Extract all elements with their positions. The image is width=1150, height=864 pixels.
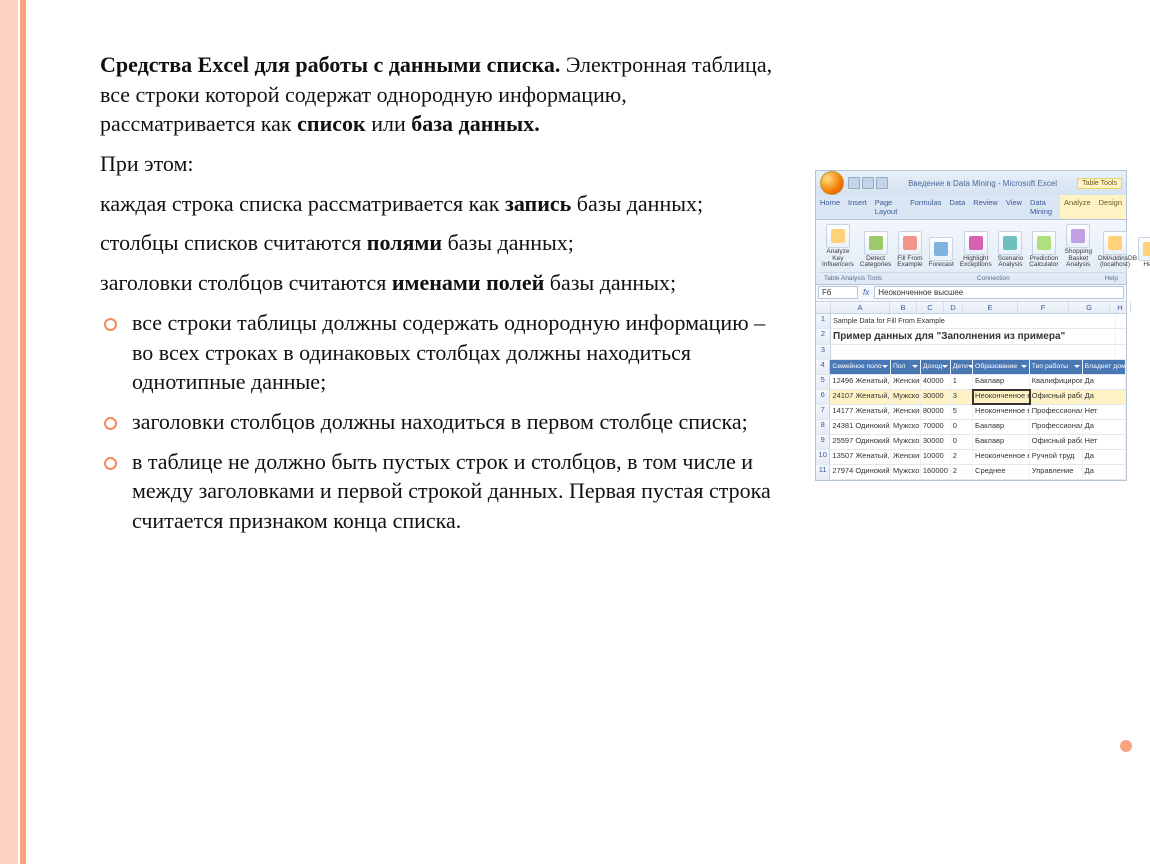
para-2: При этом: xyxy=(60,149,780,179)
table-row: 925597 Одинокий(ая)Мужской300000БаклаврО… xyxy=(816,435,1126,450)
ribbon-icon xyxy=(864,231,888,255)
ribbon-tab[interactable]: Data xyxy=(945,195,969,219)
quick-access-toolbar[interactable] xyxy=(848,177,888,189)
table-header-row: 4 Семейное поло Пол Доход Дети Образован… xyxy=(816,360,1126,375)
table-row: 624107 Женатый, замужнМужской300003Неоко… xyxy=(816,390,1126,405)
ribbon-button[interactable]: Scenario Analysis xyxy=(998,231,1024,269)
ribbon-button[interactable]: Prediction Calculator xyxy=(1029,231,1058,269)
excel-screenshot: Введение в Data Mining - Microsoft Excel… xyxy=(815,170,1127,481)
window-title: Введение в Data Mining - Microsoft Excel xyxy=(892,179,1073,188)
col-header[interactable]: Образование xyxy=(973,360,1030,374)
ribbon-icon xyxy=(998,231,1022,255)
ribbon: Analyze Key InfluencersDetect Categories… xyxy=(816,220,1126,285)
ribbon-tab[interactable]: Page Layout xyxy=(871,195,906,219)
ribbon-icon xyxy=(964,231,988,255)
para-5: заголовки столбцов считаются именами пол… xyxy=(60,268,780,298)
ribbon-tab[interactable]: Data Mining xyxy=(1026,195,1060,219)
ribbon-tab[interactable]: Design xyxy=(1095,195,1126,219)
formula-input[interactable]: Неоконченное высшее xyxy=(874,286,1124,299)
ribbon-button[interactable]: Help xyxy=(1138,237,1150,269)
ribbon-button[interactable]: Detect Categories xyxy=(860,231,891,269)
title-bold: Средства Excel для работы с данными спис… xyxy=(100,52,560,77)
ribbon-icon xyxy=(929,237,953,261)
name-box[interactable]: F6 xyxy=(818,286,858,299)
spreadsheet-grid: A B C D E F G H 1Sample Data for Fill Fr… xyxy=(816,302,1126,480)
ribbon-tab[interactable]: View xyxy=(1002,195,1026,219)
formula-bar: F6 fx Неоконченное высшее xyxy=(816,285,1126,302)
ribbon-tab[interactable]: Analyze xyxy=(1060,195,1095,219)
decorative-dot xyxy=(1120,740,1132,752)
office-button-icon[interactable] xyxy=(820,171,844,195)
ribbon-icon xyxy=(1103,231,1127,255)
table-row: 3 xyxy=(816,345,1126,360)
col-header[interactable]: Тип работы xyxy=(1030,360,1083,374)
para-1: Средства Excel для работы с данными спис… xyxy=(60,50,780,139)
ribbon-button[interactable]: Shopping Basket Analysis xyxy=(1065,224,1092,269)
ribbon-icon xyxy=(1138,237,1150,261)
table-row: 1127974 Одинокий(ая)Мужской1600002Средне… xyxy=(816,465,1126,480)
ribbon-groups: Table Analysis Tools Connection Help xyxy=(818,272,1124,282)
ribbon-button[interactable]: Forecast xyxy=(929,237,954,269)
ribbon-tab[interactable]: Insert xyxy=(844,195,871,219)
para-4: столбцы списков считаются полями базы да… xyxy=(60,228,780,258)
column-headers: A B C D E F G H xyxy=(816,302,1126,314)
fx-icon[interactable]: fx xyxy=(860,288,872,297)
title-bar: Введение в Data Mining - Microsoft Excel… xyxy=(816,171,1126,195)
list-item: в таблице не должно быть пустых строк и … xyxy=(132,447,780,536)
context-tab-label: Table Tools xyxy=(1077,178,1122,189)
table-row: 2Пример данных для "Заполнения из пример… xyxy=(816,329,1126,345)
col-header[interactable]: Владеет дом xyxy=(1083,360,1126,374)
ribbon-icon xyxy=(1032,231,1056,255)
ribbon-tab[interactable]: Review xyxy=(969,195,1002,219)
ribbon-icon xyxy=(826,224,850,248)
ribbon-icon xyxy=(1066,224,1090,248)
slide-text: Средства Excel для работы с данными спис… xyxy=(60,50,780,546)
para-3: каждая строка списка рассматривается как… xyxy=(60,189,780,219)
ribbon-tab[interactable]: Home xyxy=(816,195,844,219)
ribbon-button[interactable]: DMAddinsDB (localhost) xyxy=(1098,231,1132,269)
ribbon-tab[interactable]: Formulas xyxy=(906,195,945,219)
col-header[interactable]: Семейное поло xyxy=(830,360,891,374)
list-item: заголовки столбцов должны находиться в п… xyxy=(132,407,780,437)
bullet-list: все строки таблицы должны содержать одно… xyxy=(60,308,780,536)
col-header[interactable]: Доход xyxy=(921,360,951,374)
list-item: все строки таблицы должны содержать одно… xyxy=(132,308,780,397)
col-header[interactable]: Пол xyxy=(891,360,921,374)
ribbon-button[interactable]: Highlight Exceptions xyxy=(960,231,992,269)
table-row: 1Sample Data for Fill From Example xyxy=(816,314,1126,329)
table-row: 512496 Женатый, замужнЖенский400001Бакла… xyxy=(816,375,1126,390)
ribbon-button[interactable]: Fill From Example xyxy=(897,231,922,269)
table-row: 1013507 Женатый, замужнЖенский100002Неок… xyxy=(816,450,1126,465)
table-row: 824381 Одинокий(ая)Мужской700000БаклаврП… xyxy=(816,420,1126,435)
col-header[interactable]: Дети xyxy=(951,360,973,374)
ribbon-icon xyxy=(898,231,922,255)
table-row: 714177 Женатый, замужнЖенский800005Неоко… xyxy=(816,405,1126,420)
ribbon-button[interactable]: Analyze Key Influencers xyxy=(822,224,854,269)
ribbon-tabs: HomeInsertPage LayoutFormulasDataReviewV… xyxy=(816,195,1126,220)
